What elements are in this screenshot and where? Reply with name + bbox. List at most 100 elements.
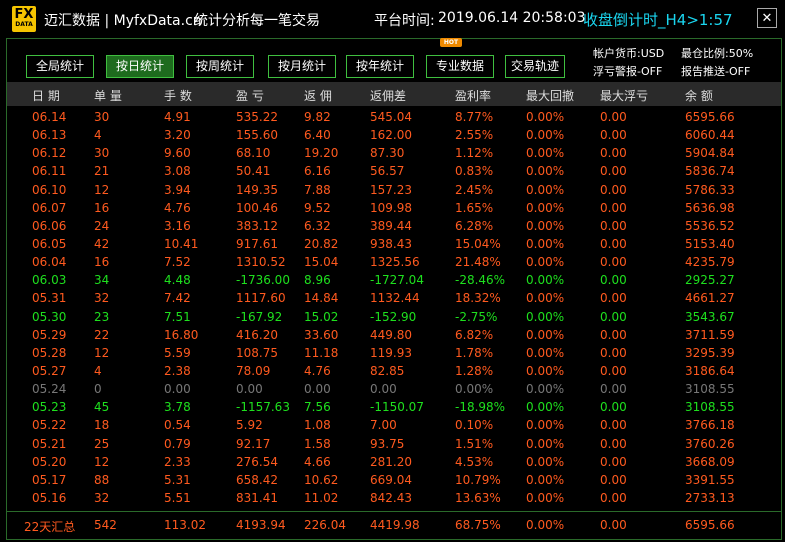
close-countdown: 收盘倒计时_H4>1:57 xyxy=(583,11,733,29)
cell-max-float-loss: 0.00 xyxy=(600,200,627,215)
cell-date: 05.29 xyxy=(32,327,67,342)
cell-orders: 4 xyxy=(94,363,102,378)
total-pnl: 4193.94 xyxy=(236,518,286,532)
close-button[interactable]: ✕ xyxy=(757,8,777,28)
table-row: 06.03 34 4.48 -1736.00 8.96 -1727.04 -28.46% 0.… xyxy=(7,271,781,289)
cell-orders: 30 xyxy=(94,146,110,161)
column-header-net-rebate: 返佣差 xyxy=(370,89,407,103)
cell-pnl: 108.75 xyxy=(236,345,278,360)
cell-balance: 3711.59 xyxy=(685,327,735,342)
cell-max-float-loss: 0.00 xyxy=(600,472,627,487)
table-row: 05.16 32 5.51 831.41 11.02 842.43 13.63% 0.00% 0… xyxy=(7,489,781,507)
cell-orders: 45 xyxy=(94,400,110,415)
tab-0[interactable]: 全局统计 xyxy=(26,55,94,78)
tab-1[interactable]: 按日统计 xyxy=(106,55,174,78)
cell-pnl: 276.54 xyxy=(236,454,278,469)
cell-max-float-loss: 0.00 xyxy=(600,382,627,397)
cell-orders: 18 xyxy=(94,418,110,433)
cell-lots: 10.41 xyxy=(164,236,199,251)
position-ratio: 最仓比例:50% xyxy=(681,47,754,60)
table-row: 05.23 45 3.78 -1157.63 7.56 -1150.07 -18.98% 0.… xyxy=(7,398,781,416)
cell-rebate: 0.00 xyxy=(304,382,331,397)
cell-max-float-loss: 0.00 xyxy=(600,273,627,288)
cell-date: 06.14 xyxy=(32,110,67,124)
cell-max-drawdown: 0.00% xyxy=(526,490,565,505)
table-row: 06.07 16 4.76 100.46 9.52 109.98 1.65% 0.00% 0.0… xyxy=(7,199,781,217)
tab-6[interactable]: 交易轨迹 xyxy=(505,55,565,78)
cell-orders: 32 xyxy=(94,291,110,306)
cell-date: 06.07 xyxy=(32,200,67,215)
cell-pnl: 68.10 xyxy=(236,146,271,161)
float-loss-alert[interactable]: 浮亏警报-OFF xyxy=(593,63,662,79)
tab-5[interactable]: 专业数据 xyxy=(426,55,494,78)
cell-rebate: 10.62 xyxy=(304,472,339,487)
cell-orders: 30 xyxy=(94,110,110,124)
table-row: 06.14 30 4.91 535.22 9.82 545.04 8.77% 0.00% 0.0… xyxy=(7,108,781,126)
hot-badge: HOT xyxy=(440,38,462,47)
cell-max-drawdown: 0.00% xyxy=(526,309,565,324)
cell-max-drawdown: 0.00% xyxy=(526,291,565,306)
cell-pnl: 917.61 xyxy=(236,236,278,251)
cell-max-drawdown: 0.00% xyxy=(526,400,565,415)
tab-4[interactable]: 按年统计 xyxy=(346,55,414,78)
totals-row: 22天汇总 542 113.02 4193.94 226.04 4419.98 68.75%… xyxy=(7,516,781,536)
cell-rebate: 1.08 xyxy=(304,418,331,433)
cell-return-rate: 6.82% xyxy=(455,327,494,342)
cell-lots: 4.91 xyxy=(164,110,191,124)
cell-max-float-loss: 0.00 xyxy=(600,418,627,433)
cell-net-rebate: 842.43 xyxy=(370,490,412,505)
cell-net-rebate: 56.57 xyxy=(370,164,405,179)
table-row: 05.21 25 0.79 92.17 1.58 93.75 1.51% 0.00% 0.00 3… xyxy=(7,435,781,453)
table-row: 05.31 32 7.42 1117.60 14.84 1132.44 18.32% 0.00… xyxy=(7,289,781,307)
table-row: 05.28 12 5.59 108.75 11.18 119.93 1.78% 0.00% 0.… xyxy=(7,344,781,362)
total-max-float-loss: 0.00 xyxy=(600,518,627,532)
cell-max-float-loss: 0.00 xyxy=(600,454,627,469)
tab-2[interactable]: 按周统计 xyxy=(186,55,254,78)
cell-net-rebate: 669.04 xyxy=(370,472,412,487)
cell-date: 05.22 xyxy=(32,418,67,433)
cell-orders: 12 xyxy=(94,454,110,469)
tab-3[interactable]: 按月统计 xyxy=(268,55,336,78)
cell-balance: 3760.26 xyxy=(685,436,735,451)
cell-net-rebate: 0.00 xyxy=(370,382,397,397)
cell-max-drawdown: 0.00% xyxy=(526,128,565,143)
column-header-rebate: 返 佣 xyxy=(304,89,332,103)
total-date: 22天汇总 xyxy=(24,520,76,534)
cell-pnl: 78.09 xyxy=(236,363,271,378)
cell-max-float-loss: 0.00 xyxy=(600,436,627,451)
cell-lots: 5.51 xyxy=(164,490,191,505)
cell-orders: 21 xyxy=(94,164,110,179)
cell-orders: 32 xyxy=(94,490,110,505)
cell-rebate: 11.18 xyxy=(304,345,339,360)
table-header: 日 期 单 量 手 数 盈 亏 返 佣 返佣差 盈利率 最大回撤 最大浮亏 余 额 xyxy=(7,82,781,106)
cell-max-drawdown: 0.00% xyxy=(526,472,565,487)
cell-max-float-loss: 0.00 xyxy=(600,146,627,161)
cell-balance: 6060.44 xyxy=(685,128,735,143)
column-header-max-float-loss: 最大浮亏 xyxy=(600,89,649,103)
cell-pnl: 50.41 xyxy=(236,164,271,179)
cell-rebate: 19.20 xyxy=(304,146,339,161)
cell-max-drawdown: 0.00% xyxy=(526,454,565,469)
cell-max-drawdown: 0.00% xyxy=(526,345,565,360)
cell-rebate: 20.82 xyxy=(304,236,339,251)
cell-balance: 3391.55 xyxy=(685,472,735,487)
cell-pnl: 1117.60 xyxy=(236,291,286,306)
cell-max-float-loss: 0.00 xyxy=(600,128,627,143)
cell-return-rate: -18.98% xyxy=(455,400,506,415)
cell-pnl: 92.17 xyxy=(236,436,271,451)
cell-max-float-loss: 0.00 xyxy=(600,164,627,179)
cell-balance: 5836.74 xyxy=(685,164,735,179)
cell-return-rate: 0.10% xyxy=(455,418,494,433)
cell-max-float-loss: 0.00 xyxy=(600,400,627,415)
report-push[interactable]: 报告推送-OFF xyxy=(681,63,750,79)
cell-net-rebate: 449.80 xyxy=(370,327,412,342)
cell-lots: 2.38 xyxy=(164,363,191,378)
cell-pnl: -1157.63 xyxy=(236,400,290,415)
total-rebate: 226.04 xyxy=(304,518,346,532)
cell-lots: 0.54 xyxy=(164,418,191,433)
cell-max-drawdown: 0.00% xyxy=(526,382,565,397)
cell-balance: 3108.55 xyxy=(685,400,735,415)
title-bar: FX DATA 迈汇数据 | MyfxData.cn 统计分析每一笔交易 平台时… xyxy=(0,0,785,38)
cell-lots: 7.52 xyxy=(164,255,191,270)
cell-return-rate: 8.77% xyxy=(455,110,494,124)
